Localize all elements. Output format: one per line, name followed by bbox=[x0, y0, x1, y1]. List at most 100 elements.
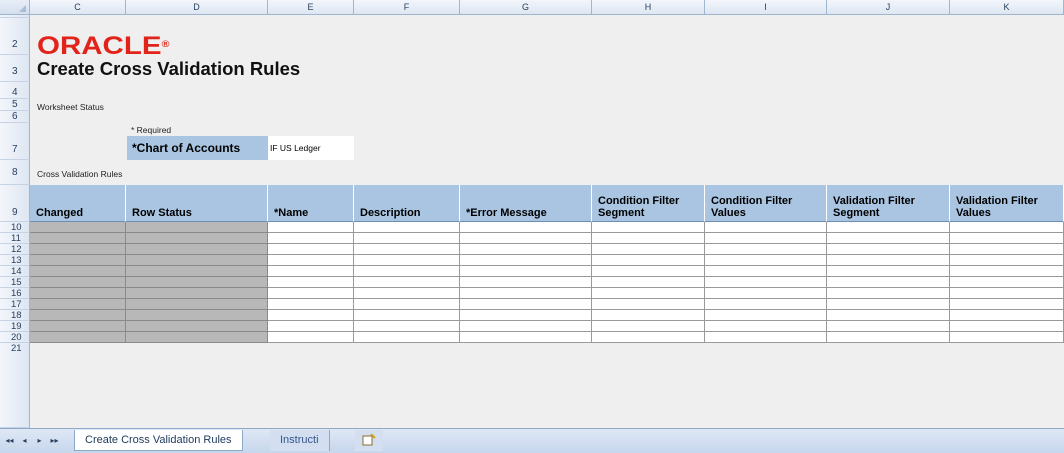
table-cell[interactable] bbox=[354, 266, 460, 277]
table-cell[interactable] bbox=[705, 321, 827, 332]
table-cell[interactable] bbox=[705, 310, 827, 321]
table-cell[interactable] bbox=[126, 255, 268, 266]
row-header-5[interactable]: 5 bbox=[0, 99, 30, 111]
table-cell[interactable] bbox=[950, 266, 1064, 277]
previous-sheet-icon[interactable]: ◂ bbox=[18, 435, 31, 447]
table-cell[interactable] bbox=[268, 299, 354, 310]
table-cell[interactable] bbox=[354, 321, 460, 332]
column-header-h[interactable]: H bbox=[592, 0, 705, 15]
table-cell[interactable] bbox=[268, 266, 354, 277]
row-header-11[interactable]: 11 bbox=[0, 233, 30, 244]
table-cell[interactable] bbox=[268, 332, 354, 343]
header-condition-filter-values[interactable]: Condition Filter Values bbox=[705, 185, 827, 222]
table-cell[interactable] bbox=[354, 332, 460, 343]
column-header-f[interactable]: F bbox=[354, 0, 460, 15]
table-cell[interactable] bbox=[460, 321, 592, 332]
table-cell[interactable] bbox=[592, 244, 705, 255]
column-header-e[interactable]: E bbox=[268, 0, 354, 15]
column-header-k[interactable]: K bbox=[950, 0, 1064, 15]
table-cell[interactable] bbox=[950, 244, 1064, 255]
table-cell[interactable] bbox=[268, 255, 354, 266]
header-error-message[interactable]: *Error Message bbox=[460, 185, 592, 222]
table-cell[interactable] bbox=[126, 288, 268, 299]
table-cell[interactable] bbox=[827, 244, 950, 255]
table-cell[interactable] bbox=[592, 299, 705, 310]
table-cell[interactable] bbox=[827, 299, 950, 310]
table-cell[interactable] bbox=[126, 321, 268, 332]
header-row-status[interactable]: Row Status bbox=[126, 185, 268, 222]
table-cell[interactable] bbox=[460, 332, 592, 343]
table-cell[interactable] bbox=[705, 244, 827, 255]
table-cell[interactable] bbox=[705, 255, 827, 266]
table-cell[interactable] bbox=[460, 310, 592, 321]
table-cell[interactable] bbox=[30, 321, 126, 332]
table-cell[interactable] bbox=[705, 222, 827, 233]
table-cell[interactable] bbox=[827, 288, 950, 299]
table-cell[interactable] bbox=[354, 310, 460, 321]
table-cell[interactable] bbox=[126, 244, 268, 255]
table-cell[interactable] bbox=[827, 255, 950, 266]
table-cell[interactable] bbox=[460, 266, 592, 277]
table-cell[interactable] bbox=[460, 299, 592, 310]
table-cell[interactable] bbox=[460, 233, 592, 244]
table-cell[interactable] bbox=[460, 244, 592, 255]
row-header-7[interactable]: 7 bbox=[0, 123, 30, 160]
table-cell[interactable] bbox=[460, 255, 592, 266]
table-cell[interactable] bbox=[460, 277, 592, 288]
table-cell[interactable] bbox=[827, 310, 950, 321]
table-cell[interactable] bbox=[126, 332, 268, 343]
row-header-19[interactable]: 19 bbox=[0, 321, 30, 332]
row-header-13[interactable]: 13 bbox=[0, 255, 30, 266]
table-cell[interactable] bbox=[950, 277, 1064, 288]
table-cell[interactable] bbox=[354, 222, 460, 233]
first-sheet-icon[interactable]: ◂◂ bbox=[3, 435, 16, 447]
table-cell[interactable] bbox=[705, 288, 827, 299]
column-header-j[interactable]: J bbox=[827, 0, 950, 15]
table-cell[interactable] bbox=[827, 321, 950, 332]
table-cell[interactable] bbox=[827, 277, 950, 288]
table-cell[interactable] bbox=[30, 233, 126, 244]
insert-sheet-icon[interactable] bbox=[355, 430, 383, 451]
header-condition-filter-segment[interactable]: Condition Filter Segment bbox=[592, 185, 705, 222]
table-cell[interactable] bbox=[827, 222, 950, 233]
row-header-3[interactable]: 3 bbox=[0, 55, 30, 82]
table-cell[interactable] bbox=[30, 222, 126, 233]
row-header-9[interactable]: 9 bbox=[0, 185, 30, 222]
table-cell[interactable] bbox=[268, 288, 354, 299]
table-cell[interactable] bbox=[827, 233, 950, 244]
table-cell[interactable] bbox=[126, 277, 268, 288]
table-cell[interactable] bbox=[827, 266, 950, 277]
table-cell[interactable] bbox=[705, 332, 827, 343]
table-cell[interactable] bbox=[950, 332, 1064, 343]
select-all-corner[interactable] bbox=[0, 0, 30, 15]
table-cell[interactable] bbox=[592, 255, 705, 266]
tab-instructions[interactable]: Instructi bbox=[270, 430, 330, 451]
table-cell[interactable] bbox=[354, 277, 460, 288]
table-cell[interactable] bbox=[268, 233, 354, 244]
table-cell[interactable] bbox=[705, 277, 827, 288]
row-header-4[interactable]: 4 bbox=[0, 82, 30, 99]
table-cell[interactable] bbox=[950, 321, 1064, 332]
header-validation-filter-values[interactable]: Validation Filter Values bbox=[950, 185, 1064, 222]
table-cell[interactable] bbox=[950, 310, 1064, 321]
table-cell[interactable] bbox=[126, 266, 268, 277]
table-cell[interactable] bbox=[30, 288, 126, 299]
row-header-17[interactable]: 17 bbox=[0, 299, 30, 310]
table-cell[interactable] bbox=[705, 266, 827, 277]
table-cell[interactable] bbox=[827, 332, 950, 343]
table-cell[interactable] bbox=[460, 288, 592, 299]
table-cell[interactable] bbox=[30, 244, 126, 255]
table-cell[interactable] bbox=[950, 233, 1064, 244]
header-description[interactable]: Description bbox=[354, 185, 460, 222]
table-cell[interactable] bbox=[592, 266, 705, 277]
table-cell[interactable] bbox=[592, 277, 705, 288]
column-header-g[interactable]: G bbox=[460, 0, 592, 15]
table-cell[interactable] bbox=[268, 310, 354, 321]
table-cell[interactable] bbox=[354, 288, 460, 299]
table-cell[interactable] bbox=[126, 222, 268, 233]
row-header-12[interactable]: 12 bbox=[0, 244, 30, 255]
table-cell[interactable] bbox=[30, 266, 126, 277]
table-cell[interactable] bbox=[354, 299, 460, 310]
table-cell[interactable] bbox=[592, 288, 705, 299]
row-header-21[interactable]: 21 bbox=[0, 343, 30, 428]
